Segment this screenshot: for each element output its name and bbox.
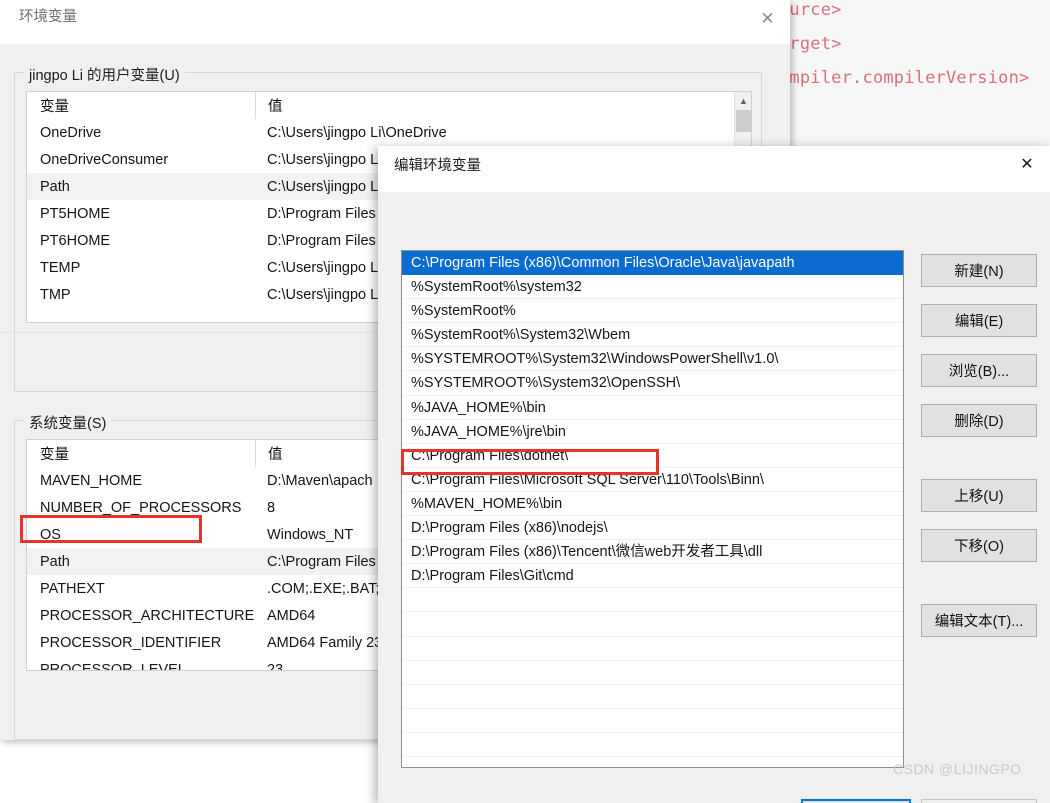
path-entry-row[interactable]: %SYSTEMROOT%\System32\WindowsPowerShell\… (402, 347, 903, 372)
path-entry-row[interactable]: %SystemRoot% (402, 299, 903, 324)
cancel-button[interactable]: 取消 (921, 799, 1037, 803)
variable-name-cell: TEMP (40, 259, 81, 276)
column-header-variable[interactable]: 变量 (27, 440, 255, 467)
path-entry-row[interactable]: D:\Program Files (x86)\Tencent\微信web开发者工… (402, 540, 903, 565)
path-entry-row[interactable]: C:\Program Files (x86)\Common Files\Orac… (402, 251, 903, 276)
path-entries-listbox[interactable]: C:\Program Files (x86)\Common Files\Orac… (401, 250, 904, 768)
variable-value-cell: C:\Users\jingpo Li\OneDrive (267, 124, 447, 141)
dialog-titlebar: 编辑环境变量 ✕ (378, 146, 1050, 192)
browse-button[interactable]: 浏览(B)... (921, 354, 1037, 387)
variable-name-cell: TMP (40, 286, 71, 303)
path-entry-row[interactable]: %JAVA_HOME%\jre\bin (402, 420, 903, 444)
move-down-button[interactable]: 下移(O) (921, 529, 1037, 562)
dialog-title: 编辑环境变量 (394, 158, 481, 174)
variable-name-cell: PROCESSOR_ARCHITECTURE (40, 607, 255, 624)
variable-name-cell: PT6HOME (40, 232, 111, 249)
user-variables-header: 变量 值 (27, 92, 751, 119)
path-entry-row-empty[interactable] (402, 637, 903, 661)
main-window-titlebar: 环境变量 ✕ (0, 0, 790, 44)
scrollbar-thumb[interactable] (736, 110, 751, 132)
path-entry-row-empty[interactable] (402, 588, 903, 613)
chevron-up-icon[interactable]: ▲ (735, 92, 751, 109)
edit-environment-variable-dialog: 编辑环境变量 ✕ C:\Program Files (x86)\Common F… (378, 146, 1050, 803)
move-up-button[interactable]: 上移(U) (921, 479, 1037, 512)
close-icon[interactable]: ✕ (1004, 146, 1050, 182)
variable-name-cell: OS (40, 526, 61, 543)
path-entry-row[interactable]: %MAVEN_HOME%\bin (402, 492, 903, 517)
path-entry-row[interactable]: D:\Program Files\Git\cmd (402, 564, 903, 589)
variable-name-cell: PT5HOME (40, 205, 111, 222)
column-header-variable[interactable]: 变量 (27, 92, 255, 119)
path-entry-row[interactable]: %SystemRoot%\system32 (402, 275, 903, 300)
ok-button[interactable]: 确定 (801, 799, 911, 803)
variable-name-cell: MAVEN_HOME (40, 472, 143, 489)
close-icon[interactable]: ✕ (745, 0, 790, 36)
path-entry-row[interactable]: %SYSTEMROOT%\System32\OpenSSH\ (402, 371, 903, 396)
path-entry-row-empty[interactable] (402, 685, 903, 709)
path-entry-row-empty[interactable] (402, 661, 903, 685)
path-entry-row[interactable]: %JAVA_HOME%\bin (402, 396, 903, 420)
variable-name-cell: Path (40, 178, 70, 195)
variable-name-cell: OneDrive (40, 124, 102, 141)
code-line-3: ompiler.compilerVersion> (779, 68, 1030, 88)
variable-name-cell: NUMBER_OF_PROCESSORS (40, 499, 242, 516)
variable-name-cell: PROCESSOR_IDENTIFIER (40, 634, 222, 651)
user-variables-legend: jingpo Li 的用户变量(U) (24, 64, 185, 85)
path-entry-row[interactable]: D:\Program Files (x86)\nodejs\ (402, 516, 903, 541)
path-entry-row[interactable]: %SystemRoot%\System32\Wbem (402, 323, 903, 348)
variable-name-cell: PROCESSOR_LEVEL (40, 661, 186, 671)
variable-name-cell: Path (40, 553, 70, 570)
system-variables-legend: 系统变量(S) (24, 412, 112, 433)
delete-button[interactable]: 删除(D) (921, 404, 1037, 437)
new-button[interactable]: 新建(N) (921, 254, 1037, 287)
path-entry-row-empty[interactable] (402, 709, 903, 733)
path-entry-row-empty[interactable] (402, 612, 903, 637)
path-entry-row-empty[interactable] (402, 733, 903, 757)
dialog-body: C:\Program Files (x86)\Common Files\Orac… (378, 192, 1050, 803)
column-header-value[interactable]: 值 (255, 92, 735, 119)
variable-name-cell: PATHEXT (40, 580, 105, 597)
path-entries-rows: C:\Program Files (x86)\Common Files\Orac… (402, 251, 903, 757)
path-entry-row[interactable]: C:\Program Files\dotnet\ (402, 444, 903, 468)
edit-button[interactable]: 编辑(E) (921, 304, 1037, 337)
screen-root: ource> arget> ompiler.compilerVersion> 环… (0, 0, 1050, 803)
path-entry-row[interactable]: C:\Program Files\Microsoft SQL Server\11… (402, 468, 903, 492)
watermark: CSDN @LIJINGPO (893, 761, 1022, 777)
edit-text-button[interactable]: 编辑文本(T)... (921, 604, 1037, 637)
variable-name-cell: OneDriveConsumer (40, 151, 169, 168)
main-window-title: 环境变量 (19, 9, 77, 25)
table-row[interactable]: OneDrive C:\Users\jingpo Li\OneDrive (27, 119, 751, 146)
